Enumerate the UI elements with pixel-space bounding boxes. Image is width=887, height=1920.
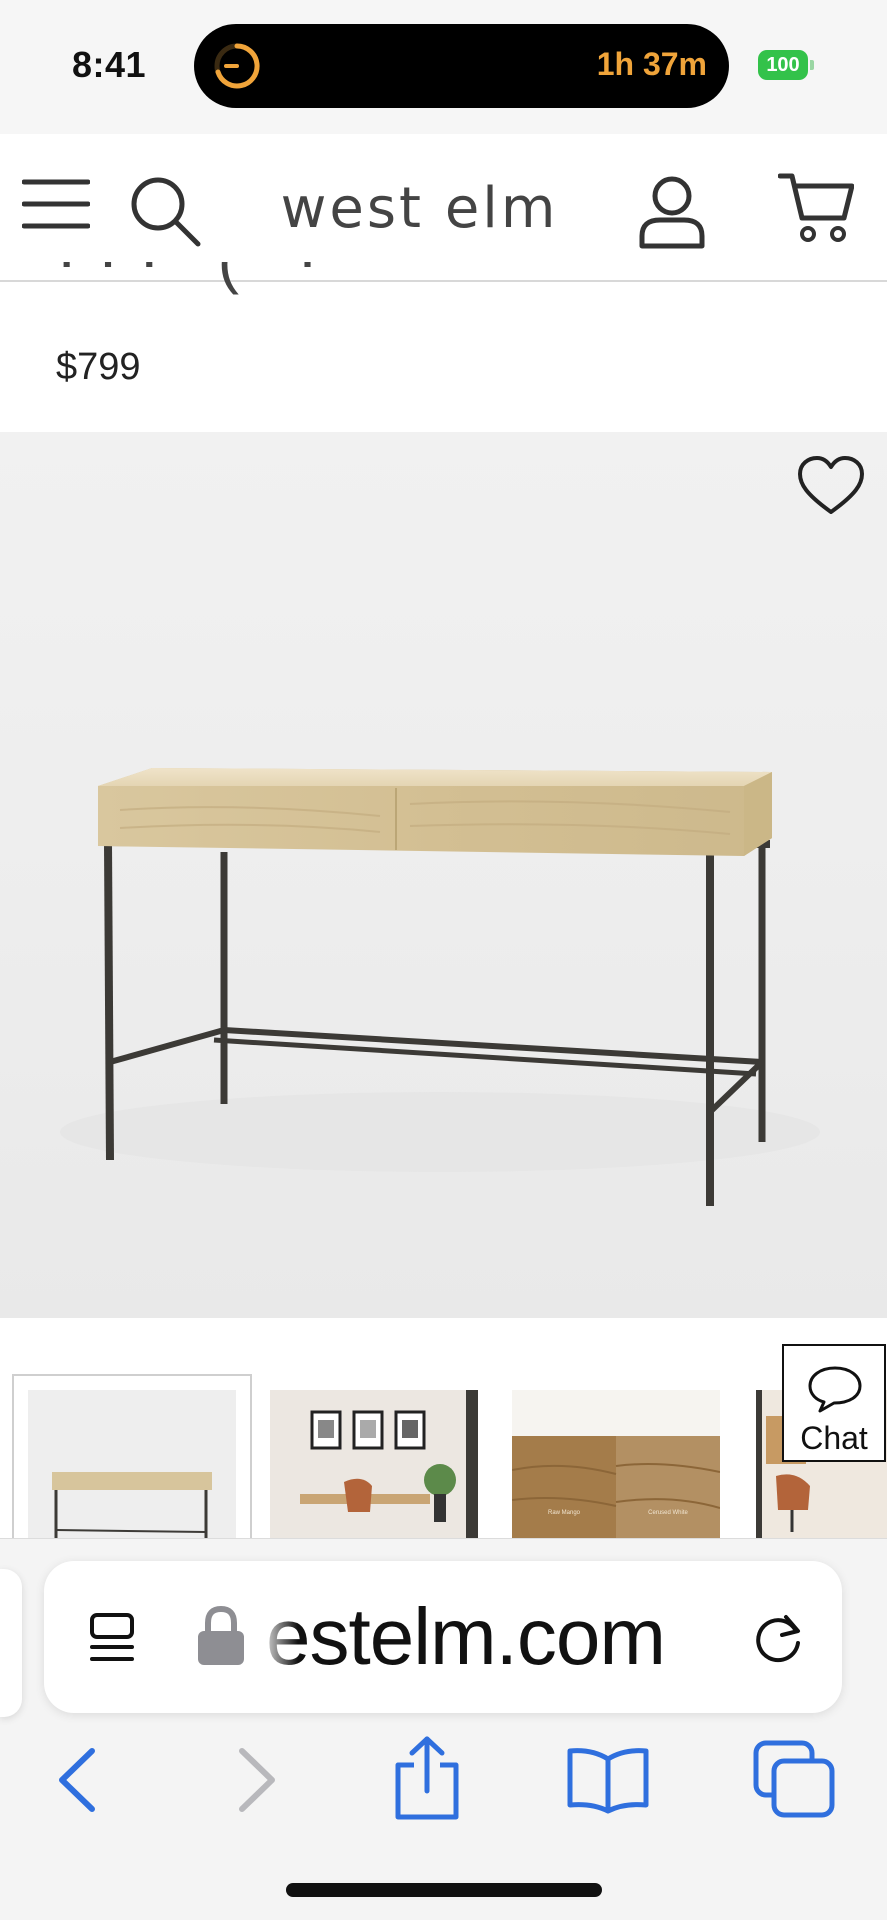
reload-icon[interactable] <box>750 1609 808 1667</box>
thumbnail-wood-swatches[interactable]: Raw Mango Cerused White <box>512 1390 720 1538</box>
thumbnail-desk-front[interactable] <box>12 1374 252 1538</box>
tabs-icon[interactable] <box>752 1739 836 1819</box>
address-bar[interactable]: estelm.com <box>44 1561 842 1713</box>
thumbnail-strip: Raw Mango Cerused White <box>0 1318 887 1538</box>
site-logo[interactable]: west elm <box>0 176 887 241</box>
url-text[interactable]: estelm.com <box>266 1591 666 1683</box>
product-title-peek: ··· ( · ) <box>56 262 356 296</box>
page-menu-icon[interactable] <box>86 1609 142 1665</box>
timer-icon <box>214 43 260 89</box>
chat-bubble-icon <box>808 1366 862 1413</box>
url-fade <box>258 1585 298 1695</box>
site-header: west elm <box>0 134 887 282</box>
home-indicator[interactable] <box>286 1883 602 1897</box>
previous-tab-edge[interactable] <box>0 1569 22 1717</box>
browser-chrome: estelm.com <box>0 1538 887 1920</box>
product-image[interactable] <box>0 432 887 1318</box>
product-price: $799 <box>56 346 141 388</box>
account-icon[interactable] <box>636 174 708 250</box>
battery-indicator: 100 <box>758 50 814 80</box>
thumbnail-office-scene-image <box>270 1390 478 1538</box>
lock-icon <box>198 1605 244 1665</box>
battery-cap <box>810 60 814 70</box>
forward-icon[interactable] <box>232 1745 282 1815</box>
status-time: 8:41 <box>72 44 147 85</box>
back-icon[interactable] <box>52 1745 102 1815</box>
chat-label: Chat <box>800 1420 868 1456</box>
desk-illustration <box>60 768 820 1206</box>
timer-remaining: 1h 37m <box>596 46 707 82</box>
chat-button[interactable]: Chat <box>782 1344 886 1462</box>
cart-icon[interactable] <box>778 170 854 246</box>
battery-level: 100 <box>758 50 808 80</box>
heart-icon[interactable] <box>796 454 866 518</box>
svg-text:Raw Mango: Raw Mango <box>548 1510 581 1516</box>
dynamic-island-timer[interactable]: 1h 37m <box>194 24 729 108</box>
svg-text:Cerused White: Cerused White <box>648 1510 688 1516</box>
thumbnail-office-scene[interactable] <box>270 1390 478 1538</box>
thumbnail-desk-front-image <box>52 1472 212 1538</box>
bookmarks-icon[interactable] <box>566 1745 650 1815</box>
thumbnail-wood-swatches-image: Raw Mango Cerused White <box>512 1390 720 1538</box>
share-icon[interactable] <box>390 1735 464 1821</box>
status-bar: 8:41 1h 37m 100 <box>0 0 887 134</box>
